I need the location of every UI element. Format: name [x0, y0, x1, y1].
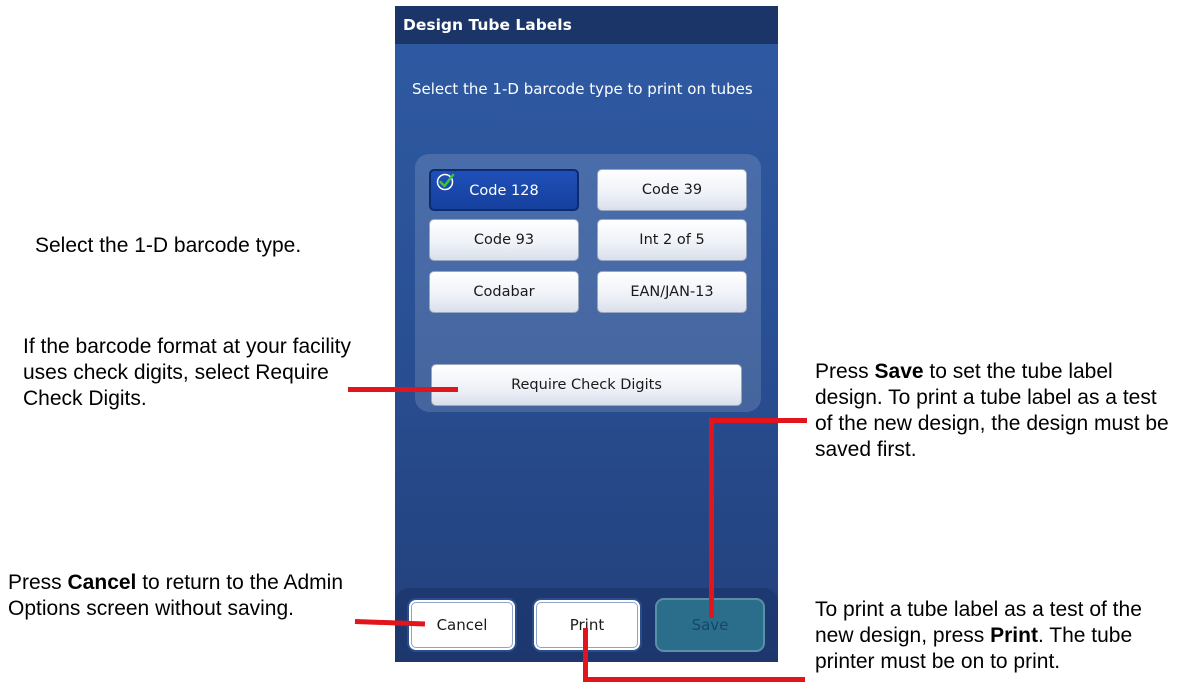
barcode-ean-jan13-button[interactable]: EAN/JAN-13 — [597, 271, 747, 313]
callout-check-digits: If the barcode format at your facility u… — [23, 334, 358, 412]
barcode-code93-button[interactable]: Code 93 — [429, 219, 579, 261]
connector-save-horizontal — [709, 418, 807, 423]
barcode-code39-button[interactable]: Code 39 — [597, 169, 747, 211]
connector-save-vertical — [709, 418, 714, 618]
callout-save-pre: Press — [815, 360, 875, 383]
connector-print-vertical — [583, 628, 588, 682]
barcode-int2of5-label: Int 2 of 5 — [639, 232, 705, 248]
save-label: Save — [691, 616, 729, 634]
design-tube-labels-screen: Design Tube Labels Select the 1-D barcod… — [395, 6, 778, 662]
cancel-label: Cancel — [436, 616, 488, 634]
barcode-codabar-label: Codabar — [473, 284, 535, 300]
barcode-int2of5-button[interactable]: Int 2 of 5 — [597, 219, 747, 261]
callout-save: Press Save to set the tube label design.… — [815, 359, 1175, 463]
callout-print: To print a tube label as a test of the n… — [815, 597, 1185, 675]
callout-check-digits-text: If the barcode format at your facility u… — [23, 335, 351, 410]
callout-barcode-type: Select the 1-D barcode type. — [35, 233, 375, 259]
barcode-codabar-button[interactable]: Codabar — [429, 271, 579, 313]
instruction-text: Select the 1-D barcode type to print on … — [412, 80, 753, 98]
check-icon — [436, 173, 455, 191]
require-check-digits-label: Require Check Digits — [511, 377, 662, 393]
require-check-digits-button[interactable]: Require Check Digits — [431, 364, 742, 406]
callout-cancel: Press Cancel to return to the Admin Opti… — [8, 570, 353, 622]
barcode-code39-label: Code 39 — [641, 182, 703, 198]
barcode-ean-jan13-label: EAN/JAN-13 — [630, 284, 714, 300]
callout-cancel-bold: Cancel — [67, 571, 137, 594]
connector-check-digits — [348, 387, 458, 392]
screen-title: Design Tube Labels — [395, 6, 778, 44]
connector-print-horizontal — [583, 677, 805, 682]
callout-cancel-pre: Press — [8, 571, 68, 594]
barcode-code93-label: Code 93 — [473, 232, 535, 248]
callout-save-bold: Save — [874, 360, 924, 383]
barcode-code128-button[interactable]: Code 128 — [429, 169, 579, 211]
callout-print-bold: Print — [990, 624, 1038, 647]
connector-cancel — [354, 619, 426, 627]
callout-barcode-type-text: Select the 1-D barcode type. — [35, 234, 302, 257]
barcode-code128-label: Code 128 — [469, 183, 539, 199]
